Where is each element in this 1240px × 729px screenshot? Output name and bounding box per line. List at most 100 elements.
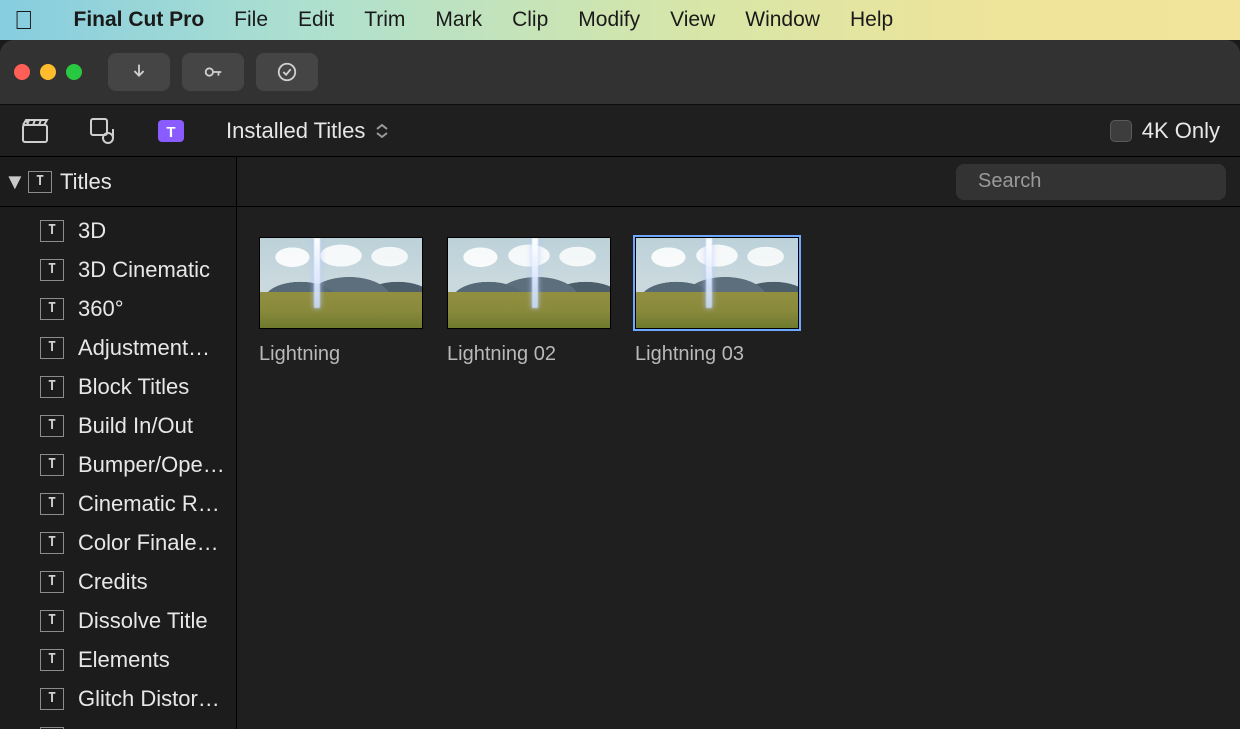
apple-menu-icon[interactable]:  (14, 5, 34, 36)
sidebar-item[interactable]: TDissolve Title (0, 601, 236, 640)
menu-edit[interactable]: Edit (298, 8, 334, 32)
close-window-button[interactable] (14, 64, 30, 80)
sidebar-item[interactable]: T 360° (0, 289, 236, 328)
menu-window[interactable]: Window (745, 8, 820, 32)
sidebar-item-label: Elements (78, 647, 170, 673)
sidebar-item-label: Cinematic R… (78, 491, 220, 517)
clapperboard-icon (20, 116, 50, 146)
titles-category-icon: T (40, 298, 64, 320)
title-card[interactable]: Lightning 03 (635, 237, 799, 366)
sidebar-item-label: Glitch Distor… (78, 686, 220, 712)
sidebar-item-label: Bumper/Ope… (78, 452, 225, 478)
titles-category-icon: T (40, 571, 64, 593)
titles-category-icon: T (40, 259, 64, 281)
sidebar-item-label: Block Titles (78, 374, 189, 400)
menu-clip[interactable]: Clip (512, 8, 548, 32)
background-tasks-button[interactable] (256, 53, 318, 91)
titles-category-icon: T (40, 337, 64, 359)
content-toolbar (237, 157, 1240, 207)
sidebar-item[interactable]: T Color Finale… (0, 523, 236, 562)
fourk-only-label: 4K Only (1142, 118, 1220, 144)
import-button[interactable] (108, 53, 170, 91)
app-menu[interactable]: Final Cut Pro (74, 8, 205, 32)
checkbox-icon (1110, 120, 1132, 142)
sidebar-item-label: 360° (78, 296, 124, 322)
browser-header: T Installed Titles 4K Only (0, 105, 1240, 157)
sidebar-item[interactable]: T Build In/Out (0, 406, 236, 445)
media-icon (88, 116, 118, 146)
zoom-window-button[interactable] (66, 64, 82, 80)
category-dropdown[interactable]: Installed Titles (226, 118, 389, 144)
search-input[interactable] (978, 170, 1240, 193)
minimize-window-button[interactable] (40, 64, 56, 80)
title-card-label: Lightning 03 (635, 343, 799, 366)
svg-text:T: T (166, 124, 175, 141)
titles-category-icon: T (40, 220, 64, 242)
titles-category-icon: T (40, 649, 64, 671)
sidebar-root[interactable]: ▼ T Titles (0, 157, 236, 207)
category-dropdown-label: Installed Titles (226, 118, 365, 144)
menu-view[interactable]: View (670, 8, 715, 32)
sidebar-item[interactable]: T 3D Cinematic (0, 250, 236, 289)
fourk-only-toggle[interactable]: 4K Only (1110, 118, 1220, 144)
title-card-label: Lightning 02 (447, 343, 611, 366)
titles-category-icon: T (40, 454, 64, 476)
browser-mode-tabs: T (20, 116, 186, 146)
menu-help[interactable]: Help (850, 8, 893, 32)
download-icon (128, 61, 150, 83)
menu-modify[interactable]: Modify (578, 8, 640, 32)
menubar:  Final Cut Pro File Edit Trim Mark Clip… (0, 0, 1240, 40)
titles-category-icon: T (40, 532, 64, 554)
window-controls (14, 64, 82, 80)
sidebar-item-label: Credits (78, 569, 148, 595)
sidebar-item[interactable]: T 3D (0, 211, 236, 250)
photos-audio-tab[interactable] (88, 116, 118, 146)
sidebar-item[interactable]: T Credits (0, 562, 236, 601)
titles-category-icon: T (40, 376, 64, 398)
menu-mark[interactable]: Mark (435, 8, 482, 32)
sidebar-item[interactable]: T Glitch Distor… (0, 679, 236, 718)
title-thumbnail[interactable] (635, 237, 799, 329)
libraries-tab[interactable] (20, 116, 50, 146)
sidebar-item-label: 3D (78, 218, 106, 244)
window-titlebar (0, 40, 1240, 105)
sidebar-item-label: 3D Cinematic (78, 257, 210, 283)
titles-category-icon: T (40, 493, 64, 515)
sidebar-root-label: Titles (60, 169, 112, 195)
disclosure-triangle-icon: ▼ (4, 169, 20, 195)
key-icon (202, 61, 224, 83)
titles-category-icon: T (40, 415, 64, 437)
sidebar-item[interactable]: T Adjustment… (0, 328, 236, 367)
sidebar-item-label: Color Finale… (78, 530, 219, 556)
sidebar-item-label: Glitch Titles… (78, 725, 214, 729)
titles-generators-tab[interactable]: T (156, 116, 186, 146)
title-card[interactable]: Lightning (259, 237, 423, 366)
dropdown-chevrons-icon (375, 123, 389, 139)
title-thumbnail[interactable] (259, 237, 423, 329)
sidebar-item[interactable]: T Elements (0, 640, 236, 679)
keyword-editor-button[interactable] (182, 53, 244, 91)
content-area: Lightning Lightning 02 Lightning 03 (237, 157, 1240, 729)
menu-file[interactable]: File (234, 8, 268, 32)
results-grid: Lightning Lightning 02 Lightning 03 (237, 207, 1240, 396)
titles-icon: T (156, 116, 186, 146)
titles-folder-icon: T (28, 171, 52, 193)
titles-category-icon: T (40, 688, 64, 710)
sidebar-item[interactable]: TGlitch Titles… (0, 718, 236, 729)
sidebar-item-label: Build In/Out (78, 413, 193, 439)
sidebar-item-label: Adjustment… (78, 335, 210, 361)
app-window: T Installed Titles 4K Only ▼ T Titles (0, 40, 1240, 729)
search-field[interactable] (956, 164, 1226, 200)
sidebar-list: T 3D T 3D Cinematic T 360° T Adjustment… T Block … (0, 207, 236, 729)
sidebar-item[interactable]: T Block Titles (0, 367, 236, 406)
sidebar-item[interactable]: T Bumper/Ope… (0, 445, 236, 484)
menu-trim[interactable]: Trim (364, 8, 405, 32)
sidebar: ▼ T Titles T 3D T 3D Cinematic T 360° T Adjustm… (0, 157, 237, 729)
sidebar-item-label: Dissolve Title (78, 608, 208, 634)
title-card[interactable]: Lightning 02 (447, 237, 611, 366)
title-thumbnail[interactable] (447, 237, 611, 329)
browser-body: ▼ T Titles T 3D T 3D Cinematic T 360° T Adjustm… (0, 157, 1240, 729)
title-card-label: Lightning (259, 343, 423, 366)
check-circle-icon (276, 61, 298, 83)
sidebar-item[interactable]: T Cinematic R… (0, 484, 236, 523)
